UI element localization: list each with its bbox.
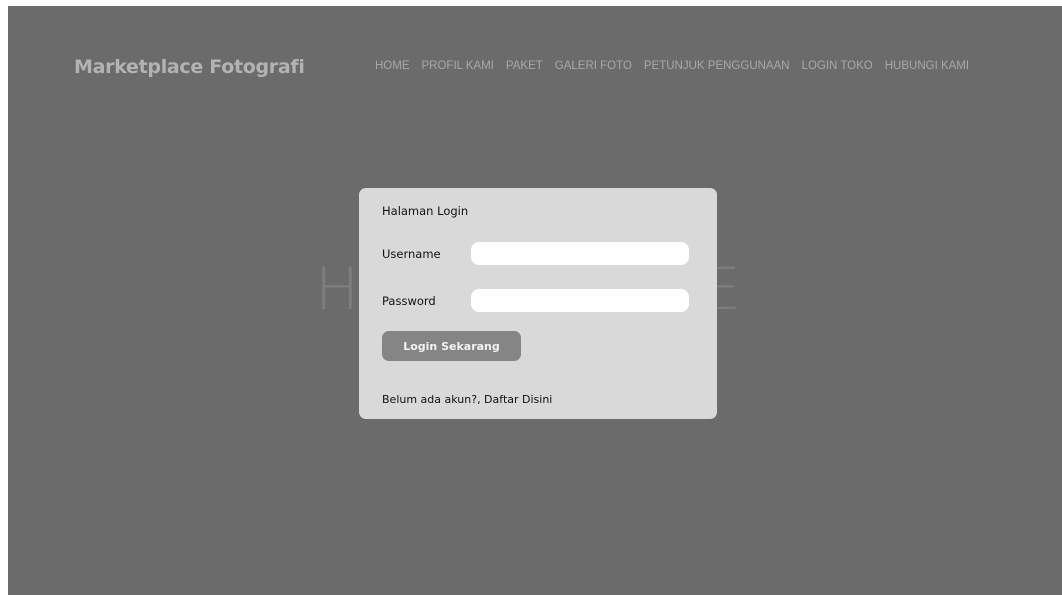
nav-petunjuk-penggunaan[interactable]: PETUNJUK PENGGUNAAN [644,60,790,72]
nav-profil-kami[interactable]: PROFIL KAMI [422,60,494,72]
login-modal: Halaman Login Username Password Login Se… [359,188,717,419]
nav-home[interactable]: HOME [375,60,410,72]
username-label: Username [382,247,441,261]
nav-hubungi-kami[interactable]: HUBUNGI KAMI [885,60,969,72]
top-nav: HOME PROFIL KAMI PAKET GALERI FOTO PETUN… [375,60,969,72]
page: Marketplace Fotografi HOME PROFIL KAMI P… [8,6,1062,595]
register-link[interactable]: Belum ada akun?, Daftar Disini [382,393,552,406]
login-button[interactable]: Login Sekarang [382,331,521,361]
nav-login-toko[interactable]: LOGIN TOKO [802,60,873,72]
nav-paket[interactable]: PAKET [506,60,543,72]
password-label: Password [382,294,436,308]
nav-galeri-foto[interactable]: GALERI FOTO [555,60,632,72]
password-field[interactable] [471,289,689,312]
site-logo[interactable]: Marketplace Fotografi [74,56,305,78]
username-field[interactable] [471,242,689,265]
login-title: Halaman Login [382,204,469,218]
